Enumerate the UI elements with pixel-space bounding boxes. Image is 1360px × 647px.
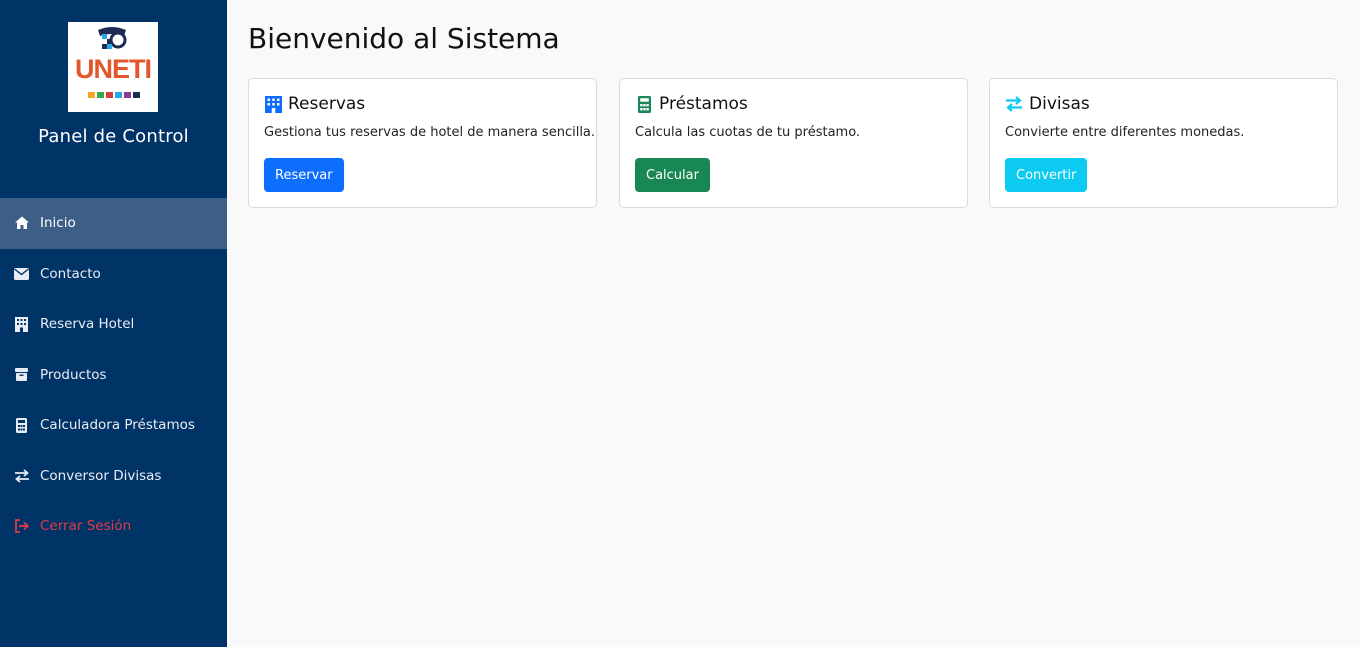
envelope-icon	[13, 265, 30, 282]
sidebar-item-reserva-hotel[interactable]: Reserva Hotel	[0, 299, 227, 350]
card-title: Divisas	[1005, 94, 1090, 114]
sidebar-item-cerrar-sesion[interactable]: Cerrar Sesión	[0, 501, 227, 552]
sidebar-item-label: Calculadora Préstamos	[40, 417, 195, 434]
sidebar-item-calculadora[interactable]: Calculadora Préstamos	[0, 400, 227, 451]
sidebar-item-label: Contacto	[40, 265, 101, 282]
card-title-text: Reservas	[288, 94, 366, 114]
logo-text: UNETI	[75, 54, 152, 84]
sidebar-item-label: Reserva Hotel	[40, 316, 135, 333]
logout-icon	[13, 518, 30, 535]
card-title-text: Divisas	[1029, 94, 1090, 114]
card-title-text: Préstamos	[659, 94, 748, 114]
calculator-icon	[13, 417, 30, 434]
card-text: Convierte entre diferentes monedas.	[1005, 125, 1245, 140]
card-divisas: Divisas Convierte entre diferentes moned…	[989, 78, 1338, 208]
calcular-button[interactable]: Calcular	[635, 158, 710, 192]
card-text: Calcula las cuotas de tu préstamo.	[635, 125, 861, 140]
card-title: Reservas	[264, 94, 365, 114]
card-prestamos: Préstamos Calcula las cuotas de tu prést…	[619, 78, 968, 208]
sidebar-item-label: Inicio	[40, 215, 76, 232]
card-text: Gestiona tus reservas de hotel de manera…	[264, 125, 596, 140]
reservar-button[interactable]: Reservar	[264, 158, 344, 192]
sidebar-item-inicio[interactable]: Inicio	[0, 198, 227, 249]
main-content: Bienvenido al Sistema Reservas Gestiona …	[227, 0, 1360, 647]
card-title: Préstamos	[635, 94, 748, 114]
building-icon	[264, 95, 282, 113]
sidebar-item-label: Productos	[40, 366, 107, 383]
sidebar-item-label: Conversor Divisas	[40, 467, 162, 484]
sidebar-item-conversor[interactable]: Conversor Divisas	[0, 451, 227, 502]
building-icon	[13, 316, 30, 333]
calculator-icon	[635, 95, 653, 113]
convertir-button[interactable]: Convertir	[1005, 158, 1088, 192]
exchange-icon	[13, 467, 30, 484]
sidebar-item-productos[interactable]: Productos	[0, 350, 227, 401]
sidebar-item-contacto[interactable]: Contacto	[0, 249, 227, 300]
uneti-logo: UNETI	[68, 22, 158, 112]
sidebar: UNETI Panel de Control Inicio Contacto R…	[0, 0, 227, 647]
sidebar-nav: Inicio Contacto Reserva Hotel Productos …	[0, 198, 227, 552]
panel-title: Panel de Control	[38, 126, 189, 147]
card-reservas: Reservas Gestiona tus reservas de hotel …	[248, 78, 597, 208]
box-icon	[13, 366, 30, 383]
exchange-icon	[1005, 95, 1023, 113]
home-icon	[13, 215, 30, 232]
page-title: Bienvenido al Sistema	[248, 22, 560, 55]
sidebar-item-label: Cerrar Sesión	[40, 518, 132, 535]
